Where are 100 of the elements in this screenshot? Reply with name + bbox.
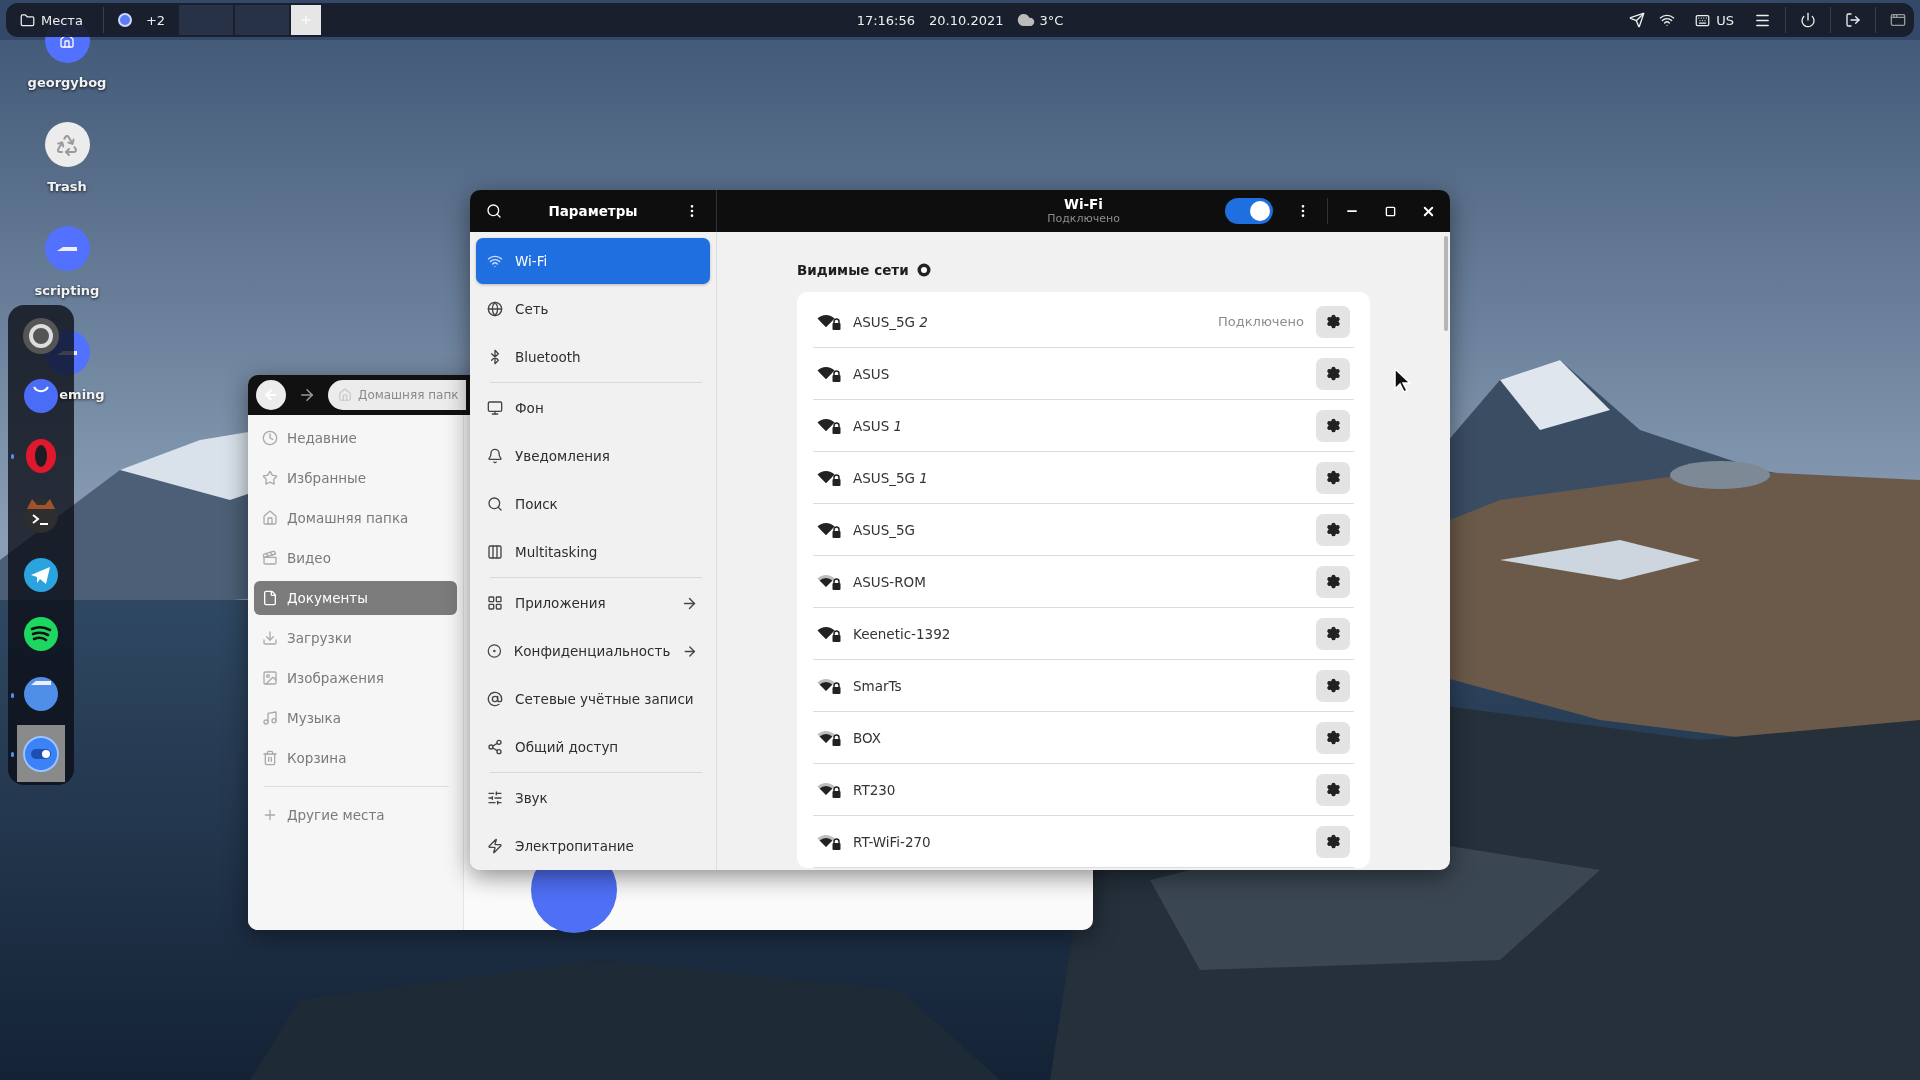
wifi-switch[interactable] <box>1225 198 1273 224</box>
app-indicator-icon[interactable] <box>117 13 132 27</box>
settings-button[interactable] <box>1316 409 1350 442</box>
network-row[interactable]: Keenetic-1392 <box>813 608 1354 660</box>
gear-icon <box>1325 730 1341 745</box>
lightning-icon <box>487 838 503 854</box>
sidebar-item[interactable]: Сеть <box>476 286 710 332</box>
paper-plane-icon[interactable] <box>1629 12 1646 28</box>
sidebar-item[interactable]: Другие места <box>254 798 457 832</box>
grid-icon <box>487 595 503 611</box>
back-button[interactable] <box>256 380 286 410</box>
desktop-icon-label[interactable]: scripting <box>34 283 100 298</box>
wifi-lock-icon <box>817 417 841 434</box>
forward-button[interactable] <box>298 386 316 404</box>
sidebar-item[interactable]: Звук <box>476 775 710 821</box>
network-row[interactable]: RT-WiFi-270 <box>813 816 1354 868</box>
settings-button[interactable] <box>1316 357 1350 390</box>
network-row[interactable]: RT230 <box>813 764 1354 816</box>
wifi-icon[interactable] <box>1659 12 1676 28</box>
settings-button[interactable] <box>1316 305 1350 338</box>
gear-icon <box>1325 366 1341 381</box>
keyboard-layout-button[interactable]: US <box>1689 7 1740 33</box>
spotify-icon <box>23 616 59 653</box>
wifi-lock-icon <box>817 781 841 798</box>
desktop-icon-label[interactable]: georgybog <box>27 75 107 90</box>
sidebar-item[interactable]: Недавние <box>254 421 457 455</box>
gear-icon <box>1325 314 1341 329</box>
sidebar-item[interactable]: Изображения <box>254 661 457 695</box>
folder-icon <box>23 676 59 713</box>
sidebar-item[interactable]: Электропитание <box>476 823 710 869</box>
network-row[interactable]: ASUS_5G 1 <box>813 452 1354 504</box>
toggle-icon <box>23 735 59 772</box>
document-icon <box>262 590 278 606</box>
sidebar-item[interactable]: Wi-Fi <box>476 238 710 284</box>
settings-button[interactable] <box>1316 669 1350 702</box>
logout-icon[interactable] <box>1845 12 1861 28</box>
forward-arrow-icon <box>298 386 316 404</box>
scrollbar[interactable] <box>1444 236 1448 331</box>
power-icon[interactable] <box>1800 12 1816 28</box>
settings-button[interactable] <box>1316 617 1350 650</box>
star-icon <box>262 470 278 486</box>
date[interactable]: 20.10.2021 <box>929 12 1004 28</box>
wifi-icon <box>487 253 503 269</box>
settings-button[interactable] <box>1316 461 1350 494</box>
network-row[interactable]: ASUS 1 <box>813 400 1354 452</box>
places-menu-button[interactable]: Места <box>14 7 89 33</box>
sidebar-item[interactable]: Избранные <box>254 461 457 495</box>
sidebar-item[interactable]: Приложения <box>476 580 710 626</box>
sidebar-item[interactable]: Фон <box>476 385 710 431</box>
settings-button[interactable] <box>1316 513 1350 546</box>
at-sign-icon <box>487 691 503 707</box>
settings-button[interactable] <box>1316 825 1350 858</box>
wifi-lock-icon <box>817 313 841 330</box>
wifi-lock-icon <box>817 677 841 694</box>
settings-button[interactable] <box>1316 773 1350 806</box>
sidebar-item[interactable]: Уведомления <box>476 433 710 479</box>
wifi-lock-icon <box>817 729 841 746</box>
window-icon[interactable] <box>1890 12 1906 28</box>
network-row[interactable]: ASUS_5G 2 Подключено <box>813 296 1354 348</box>
network-row[interactable]: ASUS_5G <box>813 504 1354 556</box>
workspace-thumbnail[interactable] <box>291 5 322 35</box>
network-row[interactable]: ASUS <box>813 348 1354 400</box>
sidebar-item[interactable]: Видео <box>254 541 457 575</box>
wifi-lock-icon <box>817 573 841 590</box>
sidebar-item[interactable]: Корзина <box>254 741 457 775</box>
settings-button[interactable] <box>1316 721 1350 754</box>
clock[interactable]: 17:16:56 <box>856 12 916 28</box>
sidebar-item[interactable]: Домашняя папка <box>254 501 457 535</box>
sidebar-item[interactable]: Multitasking <box>476 529 710 575</box>
gear-icon <box>1325 678 1341 693</box>
settings-button[interactable] <box>1316 565 1350 598</box>
network-row[interactable]: ASUS-ROM <box>813 556 1354 608</box>
network-name: RT230 <box>853 781 897 798</box>
network-row[interactable]: BOX <box>813 712 1354 764</box>
network-name: ASUS <box>853 365 891 382</box>
network-row[interactable]: SmarTs <box>813 660 1354 712</box>
window-count: +2 <box>145 12 166 28</box>
home-icon <box>338 388 352 402</box>
target-icon <box>487 643 502 659</box>
network-name: SmarTs <box>853 677 903 694</box>
sliders-icon <box>487 790 503 806</box>
network-name: ASUS_5G 2 <box>853 313 929 330</box>
network-name: BOX <box>853 729 883 746</box>
window-title: Параметры <box>548 203 638 219</box>
download-icon <box>262 630 278 646</box>
sidebar-item[interactable]: Общий доступ <box>476 724 710 770</box>
sidebar-item[interactable]: Конфиденциальность <box>476 628 710 674</box>
sidebar-item[interactable]: Документы <box>254 581 457 615</box>
sidebar-item[interactable]: Bluetooth <box>476 334 710 380</box>
workspace-thumbnail[interactable] <box>235 5 290 35</box>
keyboard-icon <box>1695 12 1711 28</box>
sidebar-item[interactable]: Сетевые учётные записи <box>476 676 710 722</box>
sidebar-item[interactable]: Загрузки <box>254 621 457 655</box>
page-title: Wi-Fi <box>1064 196 1103 212</box>
bell-icon <box>487 448 503 464</box>
sidebar-item[interactable]: Музыка <box>254 701 457 735</box>
sidebar-item[interactable]: Поиск <box>476 481 710 527</box>
desktop-icon-label[interactable]: Trash <box>47 179 87 194</box>
workspace-thumbnail[interactable] <box>179 5 234 35</box>
connection-status: Подключено <box>1218 314 1304 329</box>
